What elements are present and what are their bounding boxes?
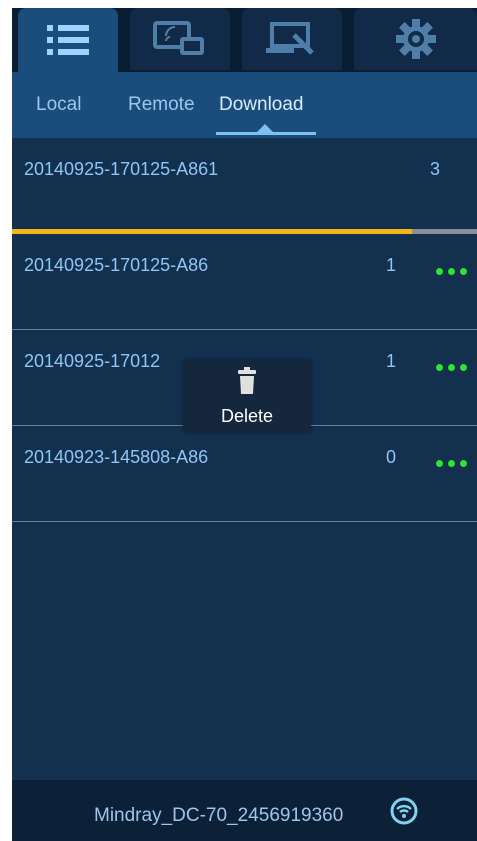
status-bar: Mindray_DC-70_2456919360 — [12, 780, 477, 841]
sub-tab-bar: Local Remote Download — [12, 72, 477, 138]
remote-screen-icon — [153, 21, 204, 55]
file-name: 20140925-170125-A861 — [24, 159, 219, 179]
laptop-icon — [266, 22, 314, 55]
tab-laptop[interactable] — [242, 8, 342, 70]
top-tab-bar — [12, 8, 477, 72]
list-item[interactable]: 20140923-145808-A86 0 — [12, 426, 477, 522]
tab-list[interactable] — [18, 8, 118, 72]
file-count: 1 — [386, 255, 397, 275]
list-item[interactable]: 20140925-170125-A86 1 — [12, 234, 477, 330]
file-count: 0 — [386, 447, 397, 467]
device-name: Mindray_DC-70_2456919360 — [94, 805, 344, 826]
file-name: 20140925-170125-A86 — [24, 255, 209, 275]
delete-button[interactable]: Delete — [183, 360, 311, 432]
tab-remote[interactable]: Remote — [128, 94, 195, 116]
delete-label: Delete — [220, 406, 274, 426]
list-icon — [47, 25, 89, 55]
more-options-icon[interactable] — [436, 364, 467, 371]
more-options-icon[interactable] — [436, 460, 467, 467]
trash-icon — [238, 367, 256, 394]
active-tab-indicator — [216, 132, 316, 135]
app-screen: Local Remote Download 20140925-170125-A8… — [12, 8, 477, 841]
file-count: 3 — [430, 159, 441, 179]
tab-settings[interactable] — [354, 8, 477, 70]
tab-local[interactable]: Local — [36, 94, 81, 116]
wifi-icon[interactable] — [390, 797, 418, 825]
more-options-icon[interactable] — [436, 268, 467, 275]
tab-remote-screen[interactable] — [130, 8, 230, 70]
file-name: 20140923-145808-A86 — [24, 447, 209, 467]
list-item[interactable]: 20140925-170125-A861 3 — [12, 138, 477, 229]
file-count: 1 — [386, 351, 397, 371]
gear-icon — [395, 19, 436, 59]
tab-download[interactable]: Download — [219, 94, 304, 116]
download-list: 20140925-170125-A861 3 20140925-170125-A… — [12, 138, 477, 522]
file-name: 20140925-17012 — [24, 351, 161, 371]
